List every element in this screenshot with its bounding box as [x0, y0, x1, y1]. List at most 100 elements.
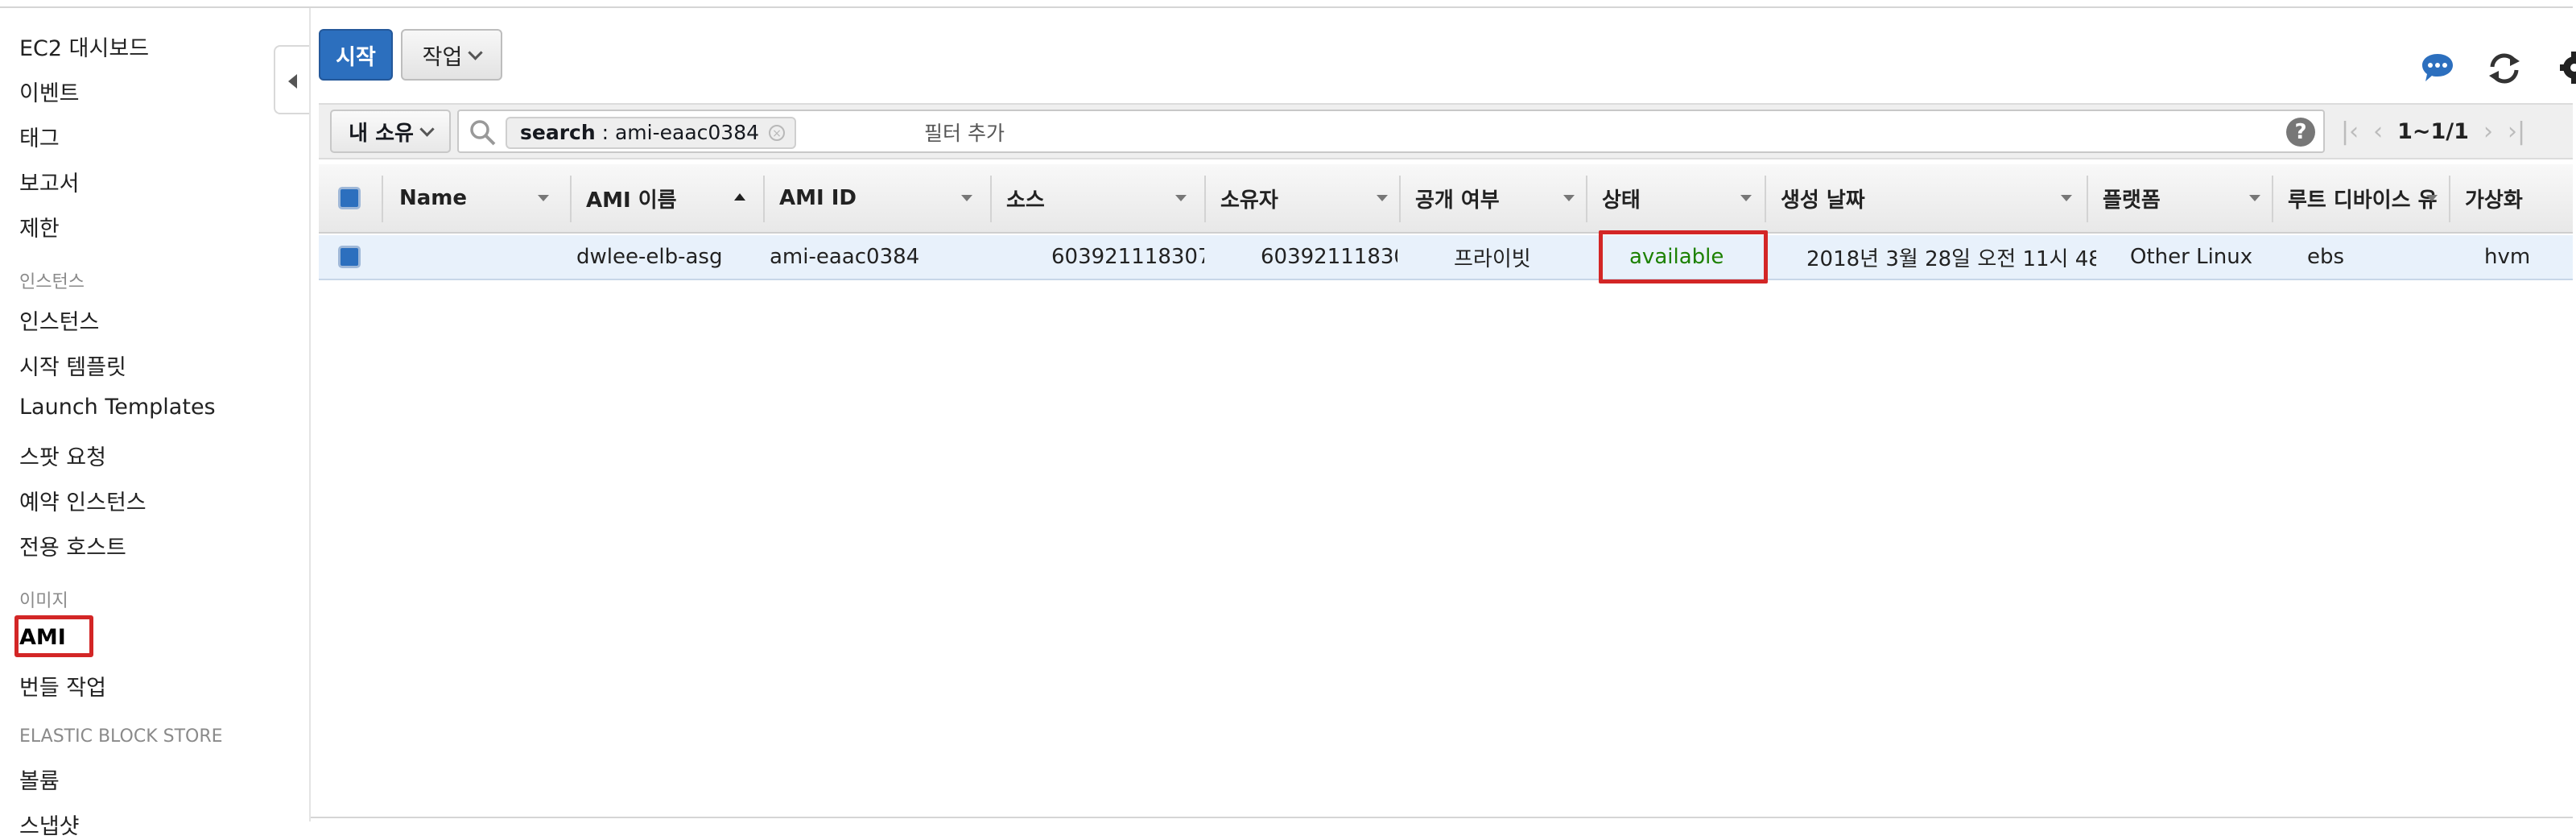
filter-token-value: : ami-eaac0384	[595, 121, 760, 144]
sidebar-item-limits[interactable]: 제한	[19, 211, 60, 242]
sidebar-section-instances: 인스턴스	[19, 272, 85, 292]
sidebar-section-images: 이미지	[19, 591, 68, 611]
column-separator	[1586, 176, 1587, 222]
collapse-arrow-icon[interactable]	[274, 45, 309, 114]
column-separator	[990, 176, 992, 222]
cell-visibility: 프라이빗	[1454, 246, 1531, 271]
sidebar-item-volumes[interactable]: 볼륨	[19, 763, 60, 795]
column-label: 루트 디바이스 유	[2288, 188, 2438, 213]
owner-select[interactable]: 내 소유	[330, 110, 451, 153]
column-label: 공개 여부	[1415, 188, 1500, 213]
chat-icon[interactable]	[2420, 52, 2455, 84]
column-label: AMI ID	[779, 186, 857, 210]
filter-token[interactable]: search : ami-eaac0384 ×	[506, 117, 797, 149]
sidebar-item-bundle-tasks[interactable]: 번들 작업	[19, 670, 106, 701]
sort-dropdown-icon	[961, 195, 972, 201]
column-label: 소유자	[1220, 188, 1278, 213]
page-range: 1~1/1	[2397, 118, 2469, 144]
cell-owner: 603921118307	[1261, 245, 1397, 269]
column-ami-id[interactable]: AMI ID	[771, 164, 984, 232]
sort-dropdown-icon	[1740, 195, 1752, 201]
column-separator	[1204, 176, 1206, 222]
prev-page-icon[interactable]: ‹	[2373, 118, 2383, 146]
select-all-checkbox[interactable]	[338, 187, 361, 209]
actions-label: 작업	[422, 44, 463, 70]
search-input[interactable]: search : ami-eaac0384 × 필터 추가 ?	[457, 110, 2325, 153]
filter-bar: 내 소유 search : ami-eaac0384 × 필터 추가 ? |‹ …	[319, 103, 2573, 159]
cell-ami-name: dwlee-elb-asg	[576, 245, 723, 269]
column-root-device[interactable]: 루트 디바이스 유	[2280, 164, 2449, 232]
column-separator	[382, 176, 383, 222]
remove-token-icon[interactable]: ×	[769, 125, 786, 141]
column-ami-name[interactable]: AMI 이름	[578, 164, 757, 232]
sidebar-item-reports[interactable]: 보고서	[19, 166, 80, 197]
column-label: 플랫폼	[2103, 188, 2161, 213]
table-row[interactable]: dwlee-elb-asg ami-eaac0384 603921118307/…	[319, 235, 2573, 280]
refresh-icon[interactable]	[2486, 52, 2523, 85]
cell-source: 603921118307/d…	[1051, 245, 1204, 269]
sidebar-item-launch-templates[interactable]: Launch Templates	[19, 395, 216, 420]
sidebar-item-reserved-instances[interactable]: 예약 인스턴스	[19, 485, 147, 516]
sidebar-item-launch-templates-ko[interactable]: 시작 템플릿	[19, 350, 126, 381]
column-separator	[1765, 176, 1766, 222]
status-highlight-box	[1599, 230, 1768, 283]
cell-creation-date: 2018년 3월 28일 오전 11시 48…	[1806, 246, 2096, 271]
cell-platform: Other Linux	[2130, 245, 2253, 269]
filter-token-key: search	[520, 121, 596, 144]
column-label: AMI 이름	[586, 188, 677, 213]
column-separator	[763, 176, 765, 222]
sort-dropdown-icon	[1563, 195, 1575, 201]
column-name[interactable]: Name	[399, 164, 560, 232]
column-virtualization[interactable]: 가상화	[2457, 164, 2570, 232]
cell-ami-id: ami-eaac0384	[770, 245, 920, 269]
cell-virtualization: hvm	[2484, 245, 2531, 269]
sort-dropdown-icon	[2426, 195, 2438, 201]
chevron-down-icon	[468, 44, 484, 60]
cell-root-device: ebs	[2307, 245, 2345, 269]
column-label: 생성 날짜	[1781, 188, 1865, 213]
sidebar-item-tags[interactable]: 태그	[19, 121, 60, 152]
sidebar-item-dashboard[interactable]: EC2 대시보드	[19, 31, 149, 62]
sidebar-item-dedicated-hosts[interactable]: 전용 호스트	[19, 530, 126, 561]
settings-icon[interactable]	[2558, 52, 2576, 84]
sort-dropdown-icon	[1377, 195, 1388, 201]
sort-dropdown-icon	[2249, 195, 2260, 201]
sidebar-item-events[interactable]: 이벤트	[19, 76, 80, 107]
last-page-icon[interactable]: ›|	[2508, 118, 2525, 146]
column-owner[interactable]: 소유자	[1212, 164, 1399, 232]
column-label: 가상화	[2465, 188, 2523, 213]
column-separator	[2272, 176, 2273, 222]
column-platform[interactable]: 플랫폼	[2095, 164, 2272, 232]
sort-dropdown-icon	[1175, 195, 1187, 201]
row-checkbox[interactable]	[338, 246, 361, 268]
ami-highlight-box	[14, 615, 93, 657]
first-page-icon[interactable]: |‹	[2341, 118, 2359, 146]
column-visibility[interactable]: 공개 여부	[1407, 164, 1586, 232]
pagination: |‹ ‹ 1~1/1 › ›|	[2341, 110, 2525, 153]
sort-ascending-icon	[734, 193, 745, 201]
sort-dropdown-icon	[538, 195, 549, 201]
chevron-down-icon	[419, 121, 435, 137]
column-creation-date[interactable]: 생성 날짜	[1773, 164, 2083, 232]
search-icon	[470, 120, 496, 146]
launch-button[interactable]: 시작	[319, 29, 393, 81]
sort-dropdown-icon	[2061, 195, 2072, 201]
add-filter-placeholder[interactable]: 필터 추가	[924, 118, 1005, 147]
column-separator	[2449, 176, 2450, 222]
column-label: 상태	[1602, 188, 1641, 213]
column-source[interactable]: 소스	[998, 164, 1198, 232]
actions-button[interactable]: 작업	[401, 29, 502, 81]
next-page-icon[interactable]: ›	[2483, 118, 2493, 146]
cell-name	[399, 235, 568, 279]
sidebar-item-spot-requests[interactable]: 스팟 요청	[19, 440, 106, 471]
table-header: Name AMI 이름 AMI ID 소스 소유자 공개 여부 상태 생성 날짜…	[319, 164, 2573, 234]
column-separator	[570, 176, 572, 222]
owner-select-label: 내 소유	[349, 121, 414, 146]
column-separator	[1399, 176, 1401, 222]
column-status[interactable]: 상태	[1594, 164, 1763, 232]
column-label: 소스	[1006, 188, 1045, 213]
sidebar-item-instances[interactable]: 인스턴스	[19, 304, 99, 336]
help-icon[interactable]: ?	[2286, 118, 2315, 147]
sidebar-section-ebs: ELASTIC BLOCK STORE	[19, 726, 223, 747]
sidebar: EC2 대시보드 이벤트 태그 보고서 제한 인스턴스 인스턴스 시작 템플릿 …	[0, 8, 311, 839]
